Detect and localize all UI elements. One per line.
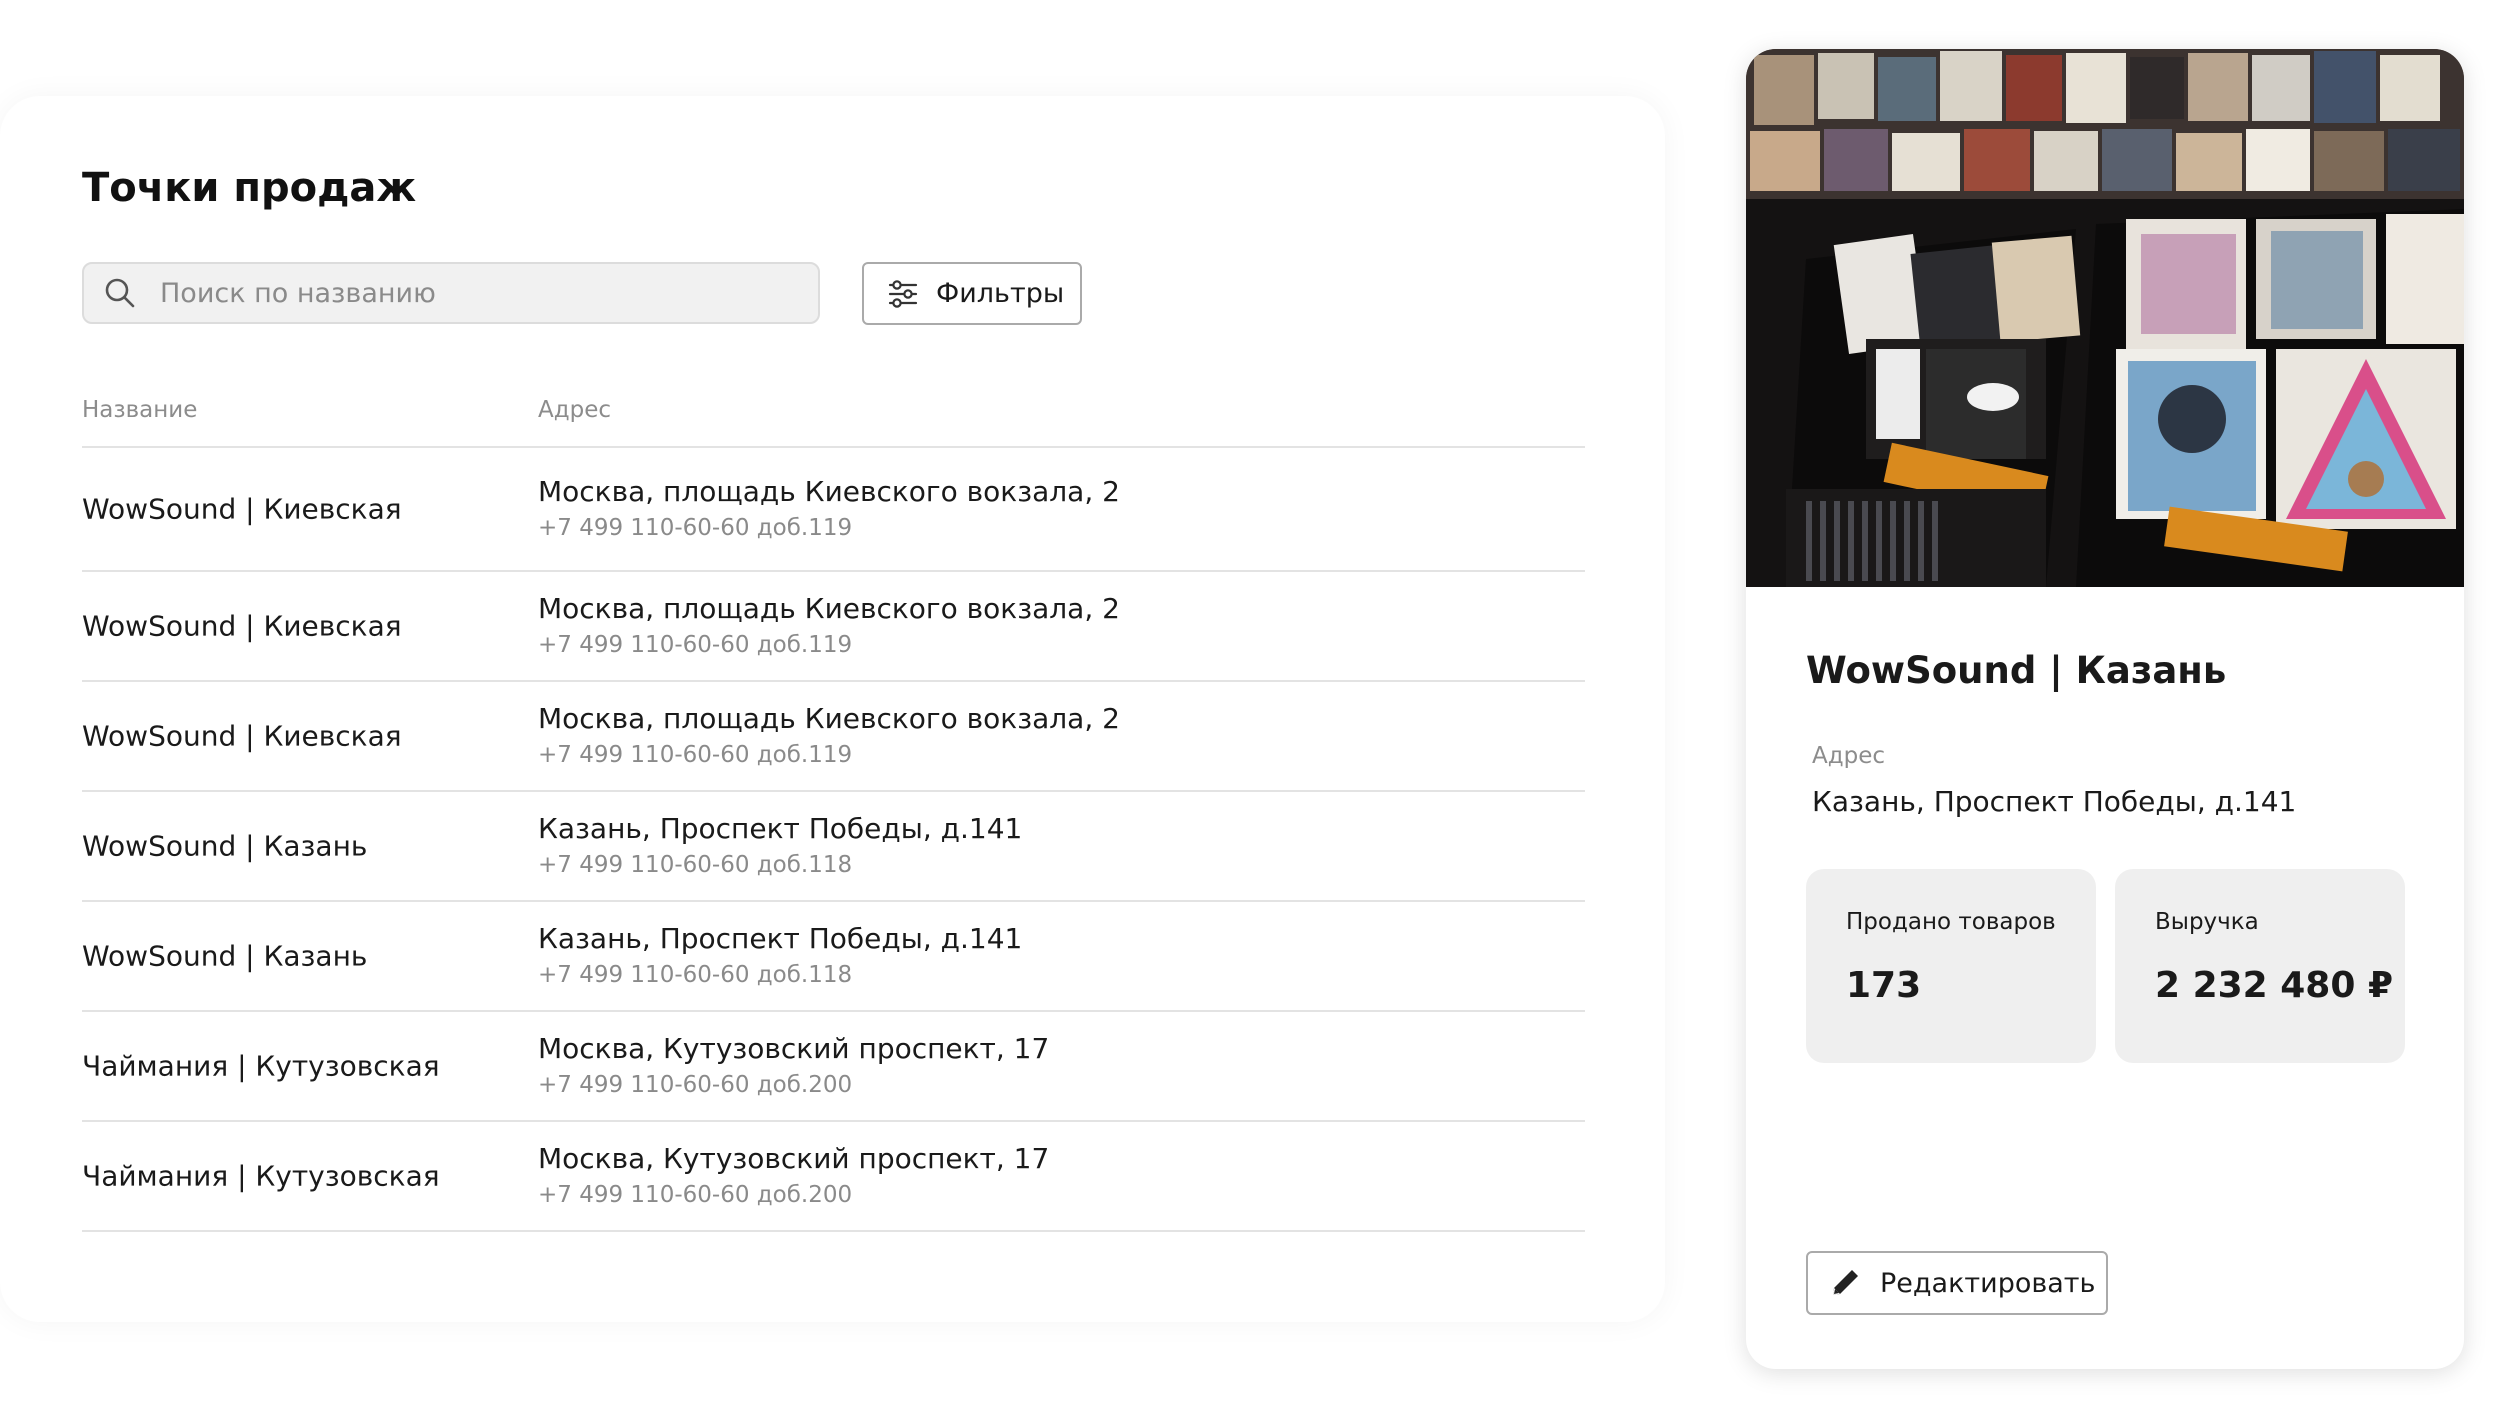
- filters-button-label: Фильтры: [936, 278, 1065, 309]
- store-phone: +7 499 110-60-60 доб.119: [538, 515, 853, 541]
- table-row[interactable]: Чаймания | Кутузовская Москва, Кутузовск…: [82, 1122, 1585, 1232]
- store-address: Казань, Проспект Победы, д.141: [538, 812, 1023, 845]
- stat-value: 2 232 480 ₽: [2155, 965, 2393, 1006]
- store-phone: +7 499 110-60-60 доб.118: [538, 852, 853, 878]
- store-photo: [1746, 49, 2464, 587]
- store-name: WowSound | Киевская: [82, 609, 402, 643]
- table-row[interactable]: WowSound | Казань Казань, Проспект Побед…: [82, 792, 1585, 902]
- page-title: Точки продаж: [82, 165, 417, 211]
- store-address: Москва, Кутузовский проспект, 17: [538, 1032, 1050, 1065]
- store-phone: +7 499 110-60-60 доб.119: [538, 742, 853, 768]
- store-address-cell: Москва, площадь Киевского вокзала, 2 +7 …: [538, 590, 1120, 662]
- store-name: WowSound | Казань: [82, 939, 368, 973]
- store-address: Москва, площадь Киевского вокзала, 2: [538, 702, 1120, 735]
- filters-button[interactable]: Фильтры: [862, 262, 1082, 325]
- table-row[interactable]: WowSound | Казань Казань, Проспект Побед…: [82, 902, 1585, 1012]
- stat-label: Продано товаров: [1846, 909, 2056, 935]
- store-name: Чаймания | Кутузовская: [82, 1159, 440, 1193]
- pencil-icon: [1830, 1268, 1860, 1298]
- store-phone: +7 499 110-60-60 доб.119: [538, 632, 853, 658]
- store-address: Москва, Кутузовский проспект, 17: [538, 1142, 1050, 1175]
- edit-button[interactable]: Редактировать: [1806, 1251, 2108, 1315]
- column-header-name: Название: [82, 397, 198, 423]
- store-address: Москва, площадь Киевского вокзала, 2: [538, 592, 1120, 625]
- store-name: WowSound | Киевская: [82, 492, 402, 526]
- store-name: Чаймания | Кутузовская: [82, 1049, 440, 1083]
- store-name: WowSound | Казань: [82, 829, 368, 863]
- stat-value: 173: [1846, 965, 1922, 1006]
- store-address-cell: Москва, Кутузовский проспект, 17 +7 499 …: [538, 1030, 1049, 1102]
- stat-revenue: Выручка 2 232 480 ₽: [2115, 869, 2405, 1063]
- edit-button-label: Редактировать: [1880, 1267, 2096, 1299]
- search-icon: [105, 278, 135, 308]
- store-address-cell: Москва, площадь Киевского вокзала, 2 +7 …: [538, 700, 1120, 772]
- store-detail-title: WowSound | Казань: [1806, 649, 2227, 692]
- stat-label: Выручка: [2155, 909, 2259, 935]
- store-detail-address-label: Адрес: [1812, 743, 1886, 769]
- store-phone: +7 499 110-60-60 доб.200: [538, 1182, 853, 1208]
- store-phone: +7 499 110-60-60 доб.200: [538, 1072, 853, 1098]
- store-address-cell: Москва, Кутузовский проспект, 17 +7 499 …: [538, 1140, 1049, 1212]
- table-row[interactable]: Чаймания | Кутузовская Москва, Кутузовск…: [82, 1012, 1585, 1122]
- table-row[interactable]: WowSound | Киевская Москва, площадь Киев…: [82, 448, 1585, 572]
- store-address-cell: Москва, площадь Киевского вокзала, 2 +7 …: [538, 473, 1120, 545]
- stores-table: WowSound | Киевская Москва, площадь Киев…: [82, 446, 1585, 1232]
- store-name: WowSound | Киевская: [82, 719, 402, 753]
- store-phone: +7 499 110-60-60 доб.118: [538, 962, 853, 988]
- search-box[interactable]: [82, 262, 820, 324]
- store-address-cell: Казань, Проспект Победы, д.141 +7 499 11…: [538, 920, 1022, 992]
- store-address: Москва, площадь Киевского вокзала, 2: [538, 475, 1120, 508]
- column-header-address: Адрес: [538, 397, 612, 423]
- sliders-icon: [888, 279, 918, 308]
- store-address: Казань, Проспект Победы, д.141: [538, 922, 1023, 955]
- table-row[interactable]: WowSound | Киевская Москва, площадь Киев…: [82, 682, 1585, 792]
- store-address-cell: Казань, Проспект Победы, д.141 +7 499 11…: [538, 810, 1022, 882]
- store-detail-card: WowSound | Казань Адрес Казань, Проспект…: [1746, 49, 2464, 1369]
- store-detail-address: Казань, Проспект Победы, д.141: [1812, 785, 2297, 818]
- stat-sold-items: Продано товаров 173: [1806, 869, 2096, 1063]
- table-row[interactable]: WowSound | Киевская Москва, площадь Киев…: [82, 572, 1585, 682]
- search-input[interactable]: [158, 267, 762, 319]
